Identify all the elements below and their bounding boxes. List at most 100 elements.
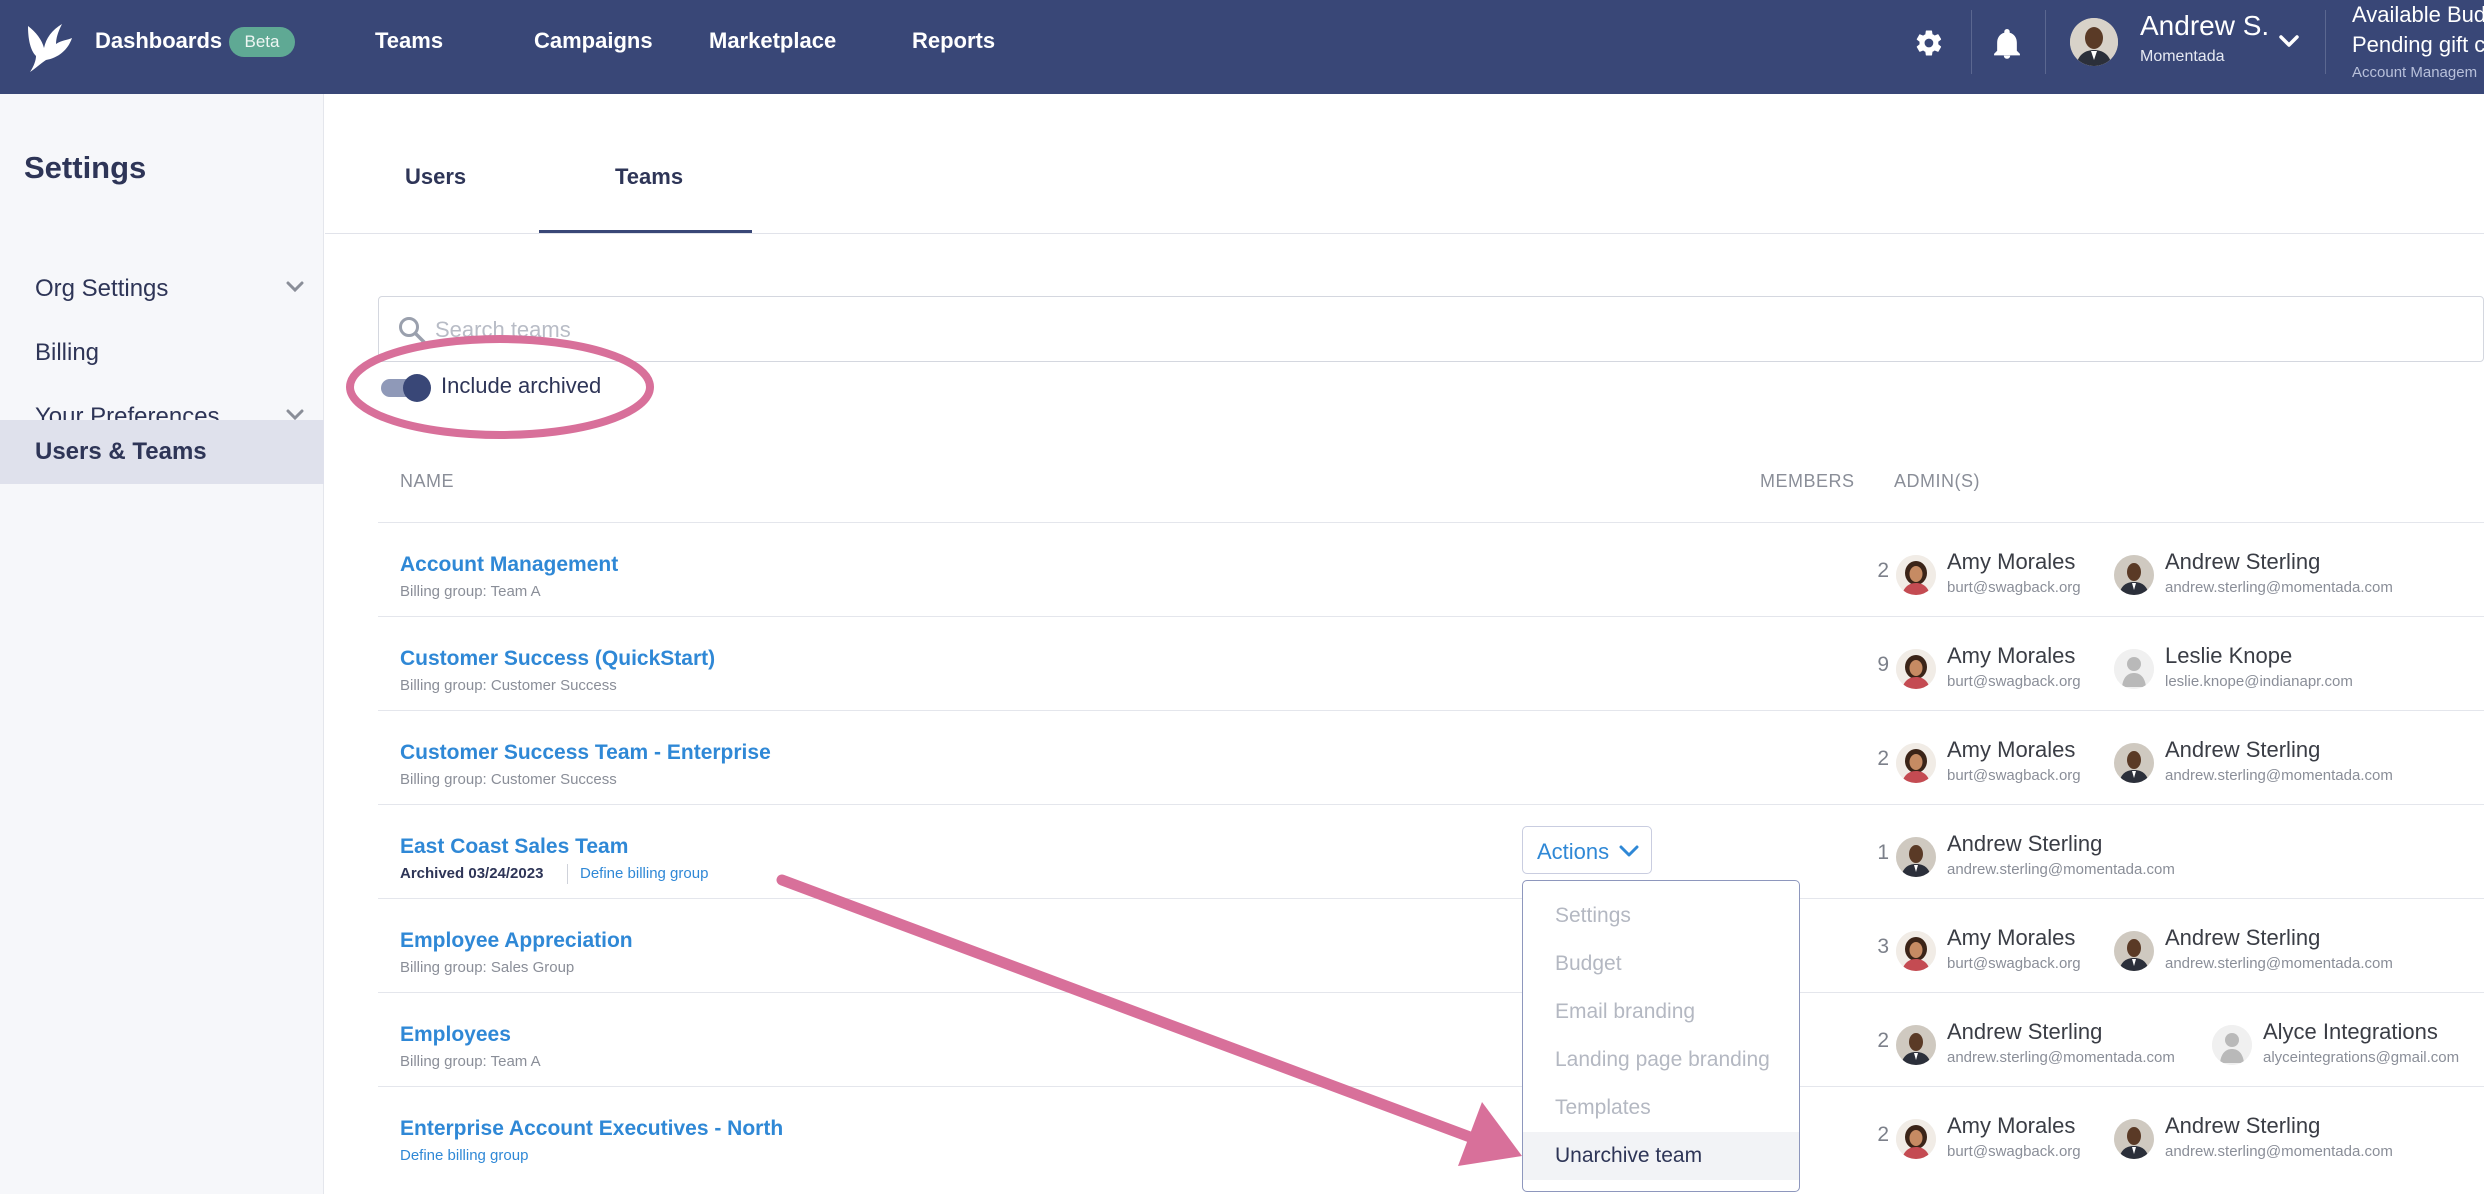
avatar: [1896, 555, 1936, 595]
tabs-bar: Users Teams: [325, 94, 2484, 234]
include-archived-label: Include archived: [441, 373, 602, 398]
team-name-link[interactable]: Customer Success (QuickStart): [400, 647, 715, 671]
sidebar-item-label: Billing: [35, 339, 100, 366]
beta-badge: Beta: [229, 27, 295, 57]
admin-email: burt@swagback.org: [1947, 1143, 2081, 1160]
person-photo-icon: [1896, 837, 1936, 877]
person-photo-icon: [2114, 555, 2154, 595]
chevron-down-icon[interactable]: [2278, 34, 2300, 48]
members-count: 3: [1877, 935, 1889, 958]
team-name-link[interactable]: Enterprise Account Executives - North: [400, 1117, 783, 1141]
default-user-icon: [2212, 1025, 2252, 1065]
column-header-members[interactable]: MEMBERS: [1760, 471, 1855, 492]
admin-name: Andrew Sterling: [2165, 1113, 2321, 1138]
active-tab-indicator: [539, 230, 752, 233]
user-avatar[interactable]: [2070, 18, 2118, 66]
person-photo-icon: [2114, 1119, 2154, 1159]
admin-name: Amy Morales: [1947, 643, 2076, 668]
avatar: [2114, 1119, 2154, 1159]
sidebar-title: Settings: [24, 150, 147, 185]
avatar: [1896, 1119, 1936, 1159]
user-org: Momentada: [2140, 48, 2225, 65]
members-count: 2: [1877, 559, 1889, 582]
default-user-icon: [2114, 649, 2154, 689]
sidebar-item-label: Users & Teams: [35, 438, 207, 465]
actions-label: Actions: [1537, 839, 1610, 864]
members-count: 2: [1877, 747, 1889, 770]
define-billing-group-link[interactable]: Define billing group: [400, 1147, 528, 1164]
admin-email: andrew.sterling@momentada.com: [1947, 861, 2175, 878]
admin-email: andrew.sterling@momentada.com: [2165, 955, 2393, 972]
tab-teams[interactable]: Teams: [615, 164, 683, 190]
members-count: 2: [1877, 1123, 1889, 1146]
team-name-link[interactable]: Customer Success Team - Enterprise: [400, 741, 771, 765]
menu-item-templates[interactable]: Templates: [1523, 1084, 1799, 1132]
logo-bird-icon[interactable]: [22, 16, 74, 74]
avatar: [2114, 743, 2154, 783]
settings-sidebar: Settings Org Settings Billing Your Prefe…: [0, 94, 324, 1194]
team-name-link[interactable]: East Coast Sales Team: [400, 835, 628, 859]
table-row: Enterprise Account Executives - North De…: [378, 1086, 2484, 1180]
team-billing-group: Billing group: Sales Group: [400, 959, 575, 976]
menu-item-settings[interactable]: Settings: [1523, 892, 1799, 940]
admin-email: alyceintegrations@gmail.com: [2263, 1049, 2460, 1066]
admin-email: burt@swagback.org: [1947, 673, 2081, 690]
search-input[interactable]: [435, 313, 2235, 347]
menu-item-email-branding[interactable]: Email branding: [1523, 988, 1799, 1036]
admin-email: andrew.sterling@momentada.com: [2165, 579, 2393, 596]
menu-item-unarchive-team[interactable]: Unarchive team: [1523, 1132, 1799, 1180]
nav-campaigns[interactable]: Campaigns: [534, 26, 653, 56]
sidebar-item-billing[interactable]: Billing: [0, 321, 324, 385]
bell-icon[interactable]: [1992, 28, 2022, 60]
column-header-admins[interactable]: ADMIN(S): [1894, 471, 1980, 492]
menu-item-budget[interactable]: Budget: [1523, 940, 1799, 988]
table-row: Account Management Billing group: Team A…: [378, 522, 2484, 616]
nav-marketplace[interactable]: Marketplace: [709, 26, 836, 56]
gear-icon[interactable]: [1914, 28, 1944, 58]
person-photo-icon: [1896, 1119, 1936, 1159]
sidebar-item-users-teams[interactable]: Users & Teams: [0, 420, 324, 484]
actions-dropdown-button[interactable]: Actions: [1522, 826, 1652, 874]
avatar: [1896, 649, 1936, 689]
team-billing-group: Billing group: Customer Success: [400, 677, 617, 694]
user-name[interactable]: Andrew S.: [2140, 10, 2269, 42]
table-row: Customer Success Team - Enterprise Billi…: [378, 710, 2484, 804]
avatar: [1896, 743, 1936, 783]
nav-teams[interactable]: Teams: [375, 26, 443, 56]
avatar: [2114, 555, 2154, 595]
chevron-down-icon: [1619, 845, 1639, 857]
admin-name: Amy Morales: [1947, 737, 2076, 762]
nav-dashboards[interactable]: Dashboards: [95, 26, 222, 56]
tab-users[interactable]: Users: [405, 164, 466, 190]
team-name-link[interactable]: Employee Appreciation: [400, 929, 633, 953]
avatar: [1896, 837, 1936, 877]
admin-name: Alyce Integrations: [2263, 1019, 2438, 1044]
admin-name: Andrew Sterling: [2165, 737, 2321, 762]
admin-email: burt@swagback.org: [1947, 767, 2081, 784]
admin-name: Andrew Sterling: [2165, 549, 2321, 574]
members-count: 2: [1877, 1029, 1889, 1052]
column-header-name[interactable]: NAME: [400, 471, 454, 492]
avatar: [2114, 649, 2154, 689]
team-billing-group: Billing group: Team A: [400, 1053, 541, 1070]
avatar: [2212, 1025, 2252, 1065]
search-box[interactable]: [378, 296, 2484, 362]
team-name-link[interactable]: Employees: [400, 1023, 511, 1047]
admin-email: andrew.sterling@momentada.com: [2165, 767, 2393, 784]
table-row: East Coast Sales Team Archived 03/24/202…: [378, 804, 2484, 898]
chevron-down-icon: [286, 281, 304, 293]
admin-name: Amy Morales: [1947, 549, 2076, 574]
archived-date: Archived 03/24/2023: [400, 865, 544, 882]
person-photo-icon: [1896, 931, 1936, 971]
include-archived-toggle[interactable]: [381, 374, 431, 402]
define-billing-group-link[interactable]: Define billing group: [580, 865, 708, 882]
menu-item-landing-page-branding[interactable]: Landing page branding: [1523, 1036, 1799, 1084]
avatar: [1896, 1025, 1936, 1065]
team-name-link[interactable]: Account Management: [400, 553, 618, 577]
nav-reports[interactable]: Reports: [912, 26, 995, 56]
person-photo-icon: [2114, 743, 2154, 783]
admin-email: burt@swagback.org: [1947, 955, 2081, 972]
admin-email: burt@swagback.org: [1947, 579, 2081, 596]
team-billing-group: Billing group: Customer Success: [400, 771, 617, 788]
sidebar-item-org-settings[interactable]: Org Settings: [0, 257, 324, 321]
